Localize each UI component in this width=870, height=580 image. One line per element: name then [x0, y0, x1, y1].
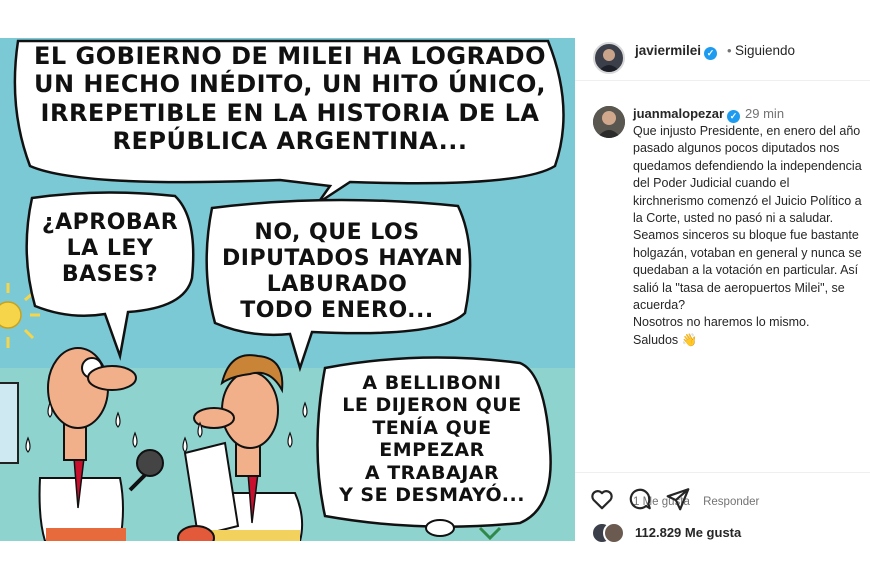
heart-icon[interactable] [589, 486, 615, 512]
reply-button[interactable]: Responder [703, 496, 759, 508]
share-icon[interactable] [665, 486, 691, 512]
comic-main-bubble-text: El gobierno de Milei ha logrado un hecho… [33, 42, 547, 155]
comment-text: Que injusto Presidente, en enero del año… [633, 124, 862, 347]
comic-middle-bubble-text: No, que los diputados hayan laburado tod… [222, 220, 464, 323]
comic-right-bubble-text: A Belliboni le dijeron que tenía que emp… [339, 372, 525, 507]
comment-meta: 1 Me gusta Responder [633, 496, 769, 508]
commenter-avatar[interactable] [593, 106, 625, 138]
verified-badge-icon: ✓ [704, 47, 718, 60]
post-image-comic[interactable]: El gobierno de Milei ha logrado un hecho… [0, 38, 575, 541]
author-username[interactable]: javiermilei ✓ [635, 43, 718, 60]
separator-dot: • [727, 43, 732, 58]
comment-icon[interactable] [627, 486, 653, 512]
likes-count[interactable]: 112.829 Me gusta [635, 525, 741, 540]
character-left [38, 347, 164, 541]
following-button[interactable]: Siguiendo [735, 43, 795, 58]
liker-avatar [603, 522, 625, 544]
verified-badge-icon: ✓ [727, 110, 741, 123]
post-header: javiermilei ✓ • Siguiendo [575, 38, 870, 81]
character-right [183, 354, 304, 541]
comic-left-bubble-text: ¿Aprobar la ley bases? [41, 210, 179, 287]
author-avatar[interactable] [593, 42, 625, 74]
commenter-username[interactable]: juanmalopezar ✓ 29 min [633, 106, 784, 123]
comment-timestamp: 29 min [745, 106, 785, 121]
divider [575, 472, 870, 473]
post-sidebar: javiermilei ✓ • Siguiendo juanmalopezar ✓ 2… [575, 38, 870, 544]
